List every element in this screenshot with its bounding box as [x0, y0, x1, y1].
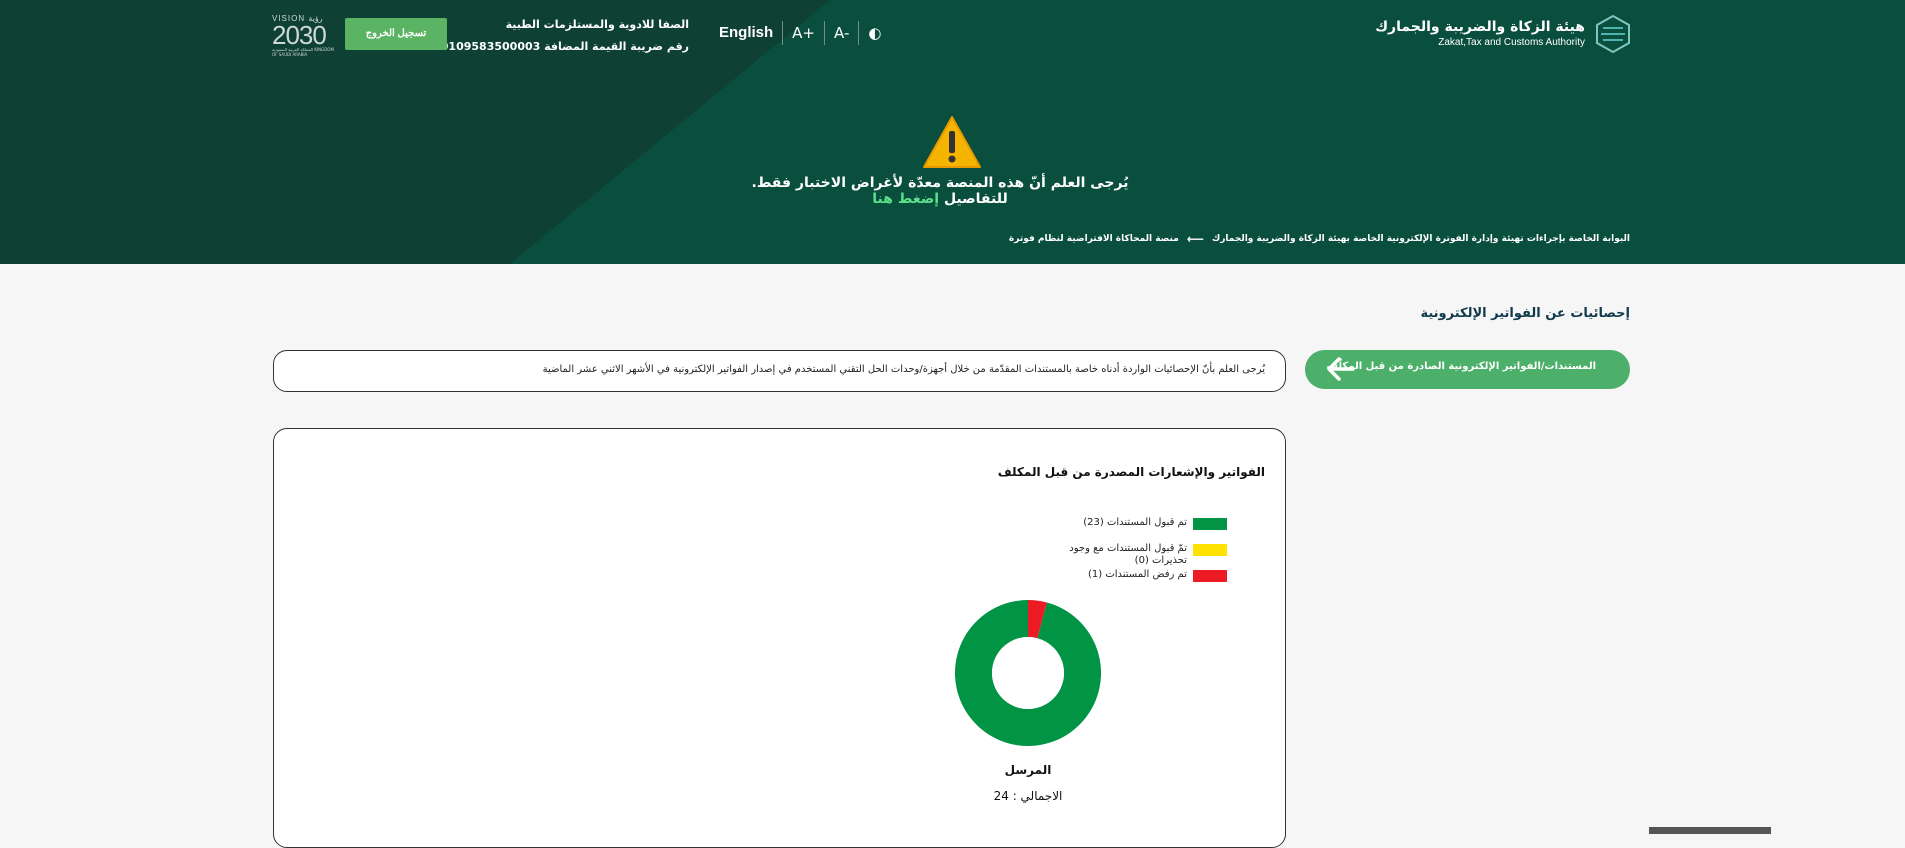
breadcrumb-portal[interactable]: البوابة الخاصة بإجراءات تهيئة وإدارة الف…	[1212, 234, 1630, 244]
legend-swatch-accepted	[1193, 518, 1227, 530]
notice-text: يُرجى العلم بأنّ الإحصائيات الواردة أدنا…	[542, 364, 1265, 375]
vision-year-text: 2030	[272, 20, 327, 50]
zatca-logo[interactable]: هيئة الزكاة والضريبة والجمارك Zakat,Tax …	[1375, 14, 1633, 54]
warning-icon	[923, 116, 981, 168]
legend-swatch-rejected	[1193, 570, 1227, 582]
vat-number: رقم ضريبة القيمة المضافة 300109583500003	[425, 40, 689, 53]
contrast-icon[interactable]: ◐	[859, 21, 890, 45]
issued-documents-button[interactable]: المستندات/الفواتير الإلكترونية الصادرة م…	[1305, 350, 1630, 389]
breadcrumb: البوابة الخاصة بإجراءات تهيئة وإدارة الف…	[1009, 232, 1630, 246]
logo-arabic-text: هيئة الزكاة والضريبة والجمارك	[1375, 19, 1585, 35]
legend-label-rejected: تم رفض المستندات (1)	[1087, 569, 1187, 580]
chart-card: الفواتير والإشعارات المصدرة من قبل المكل…	[273, 428, 1286, 848]
accessibility-toolbar: English A+ A- ◐	[710, 20, 890, 46]
chart-title: الفواتير والإشعارات المصدرة من قبل المكل…	[997, 465, 1265, 479]
logo-english-text: Zakat,Tax and Customs Authority	[1438, 37, 1585, 48]
horizontal-scrollbar[interactable]	[1649, 827, 1771, 834]
donut-hole	[992, 637, 1064, 709]
font-decrease-button[interactable]: A-	[825, 21, 860, 45]
warning-details-link[interactable]: إضغط هنا	[872, 191, 939, 207]
legend-item-accepted[interactable]: تم قبول المستندات (23)	[1037, 517, 1227, 530]
vision-2030-logo: VISION رؤية 2030 المملكة العربية السعودي…	[272, 14, 334, 57]
statistics-notice: يُرجى العلم بأنّ الإحصائيات الواردة أدنا…	[273, 350, 1286, 392]
legend-item-rejected[interactable]: تم رفض المستندات (1)	[1037, 569, 1227, 582]
warning-text: يُرجى العلم أنّ هذه المنصة معدّة لأغراض …	[751, 175, 1129, 207]
donut-label: المرسل	[1004, 763, 1052, 777]
legend-swatch-warnings	[1193, 544, 1227, 556]
issued-documents-label: المستندات/الفواتير الإلكترونية الصادرة م…	[1326, 361, 1596, 372]
donut-total: الاجمالي : 24	[993, 789, 1063, 803]
company-name: الصفا للادوية والمستلزمات الطبية	[505, 18, 689, 31]
vision-sub-text: المملكة العربية السعودية KINGDOM OF SAUD…	[272, 47, 334, 57]
test-environment-warning: يُرجى العلم أنّ هذه المنصة معدّة لأغراض …	[740, 175, 1140, 207]
breadcrumb-simulation[interactable]: منصة المحاكاة الافتراضية لنظام فوترة	[1009, 234, 1179, 244]
page-title: إحصائيات عن الفواتير الإلكترونية	[1420, 306, 1630, 321]
header: هيئة الزكاة والضريبة والجمارك Zakat,Tax …	[0, 0, 1905, 264]
legend-item-warnings[interactable]: تمّ قبول المستندات مع وجود تحذيرات (0)	[1037, 543, 1227, 567]
font-increase-button[interactable]: A+	[783, 21, 826, 45]
arrow-left-icon	[1327, 357, 1355, 381]
donut-chart	[955, 600, 1101, 746]
taxpayer-info: الصفا للادوية والمستلزمات الطبية رقم ضري…	[425, 14, 689, 58]
legend-label-warnings: تمّ قبول المستندات مع وجود تحذيرات (0)	[1069, 543, 1187, 566]
language-switch[interactable]: English	[710, 21, 784, 45]
zatca-logo-icon	[1596, 14, 1630, 54]
logout-button[interactable]: تسجيل الخروج	[345, 18, 447, 50]
legend-label-accepted: تم قبول المستندات (23)	[1083, 517, 1187, 528]
breadcrumb-arrow-icon: ⟵	[1186, 232, 1204, 246]
